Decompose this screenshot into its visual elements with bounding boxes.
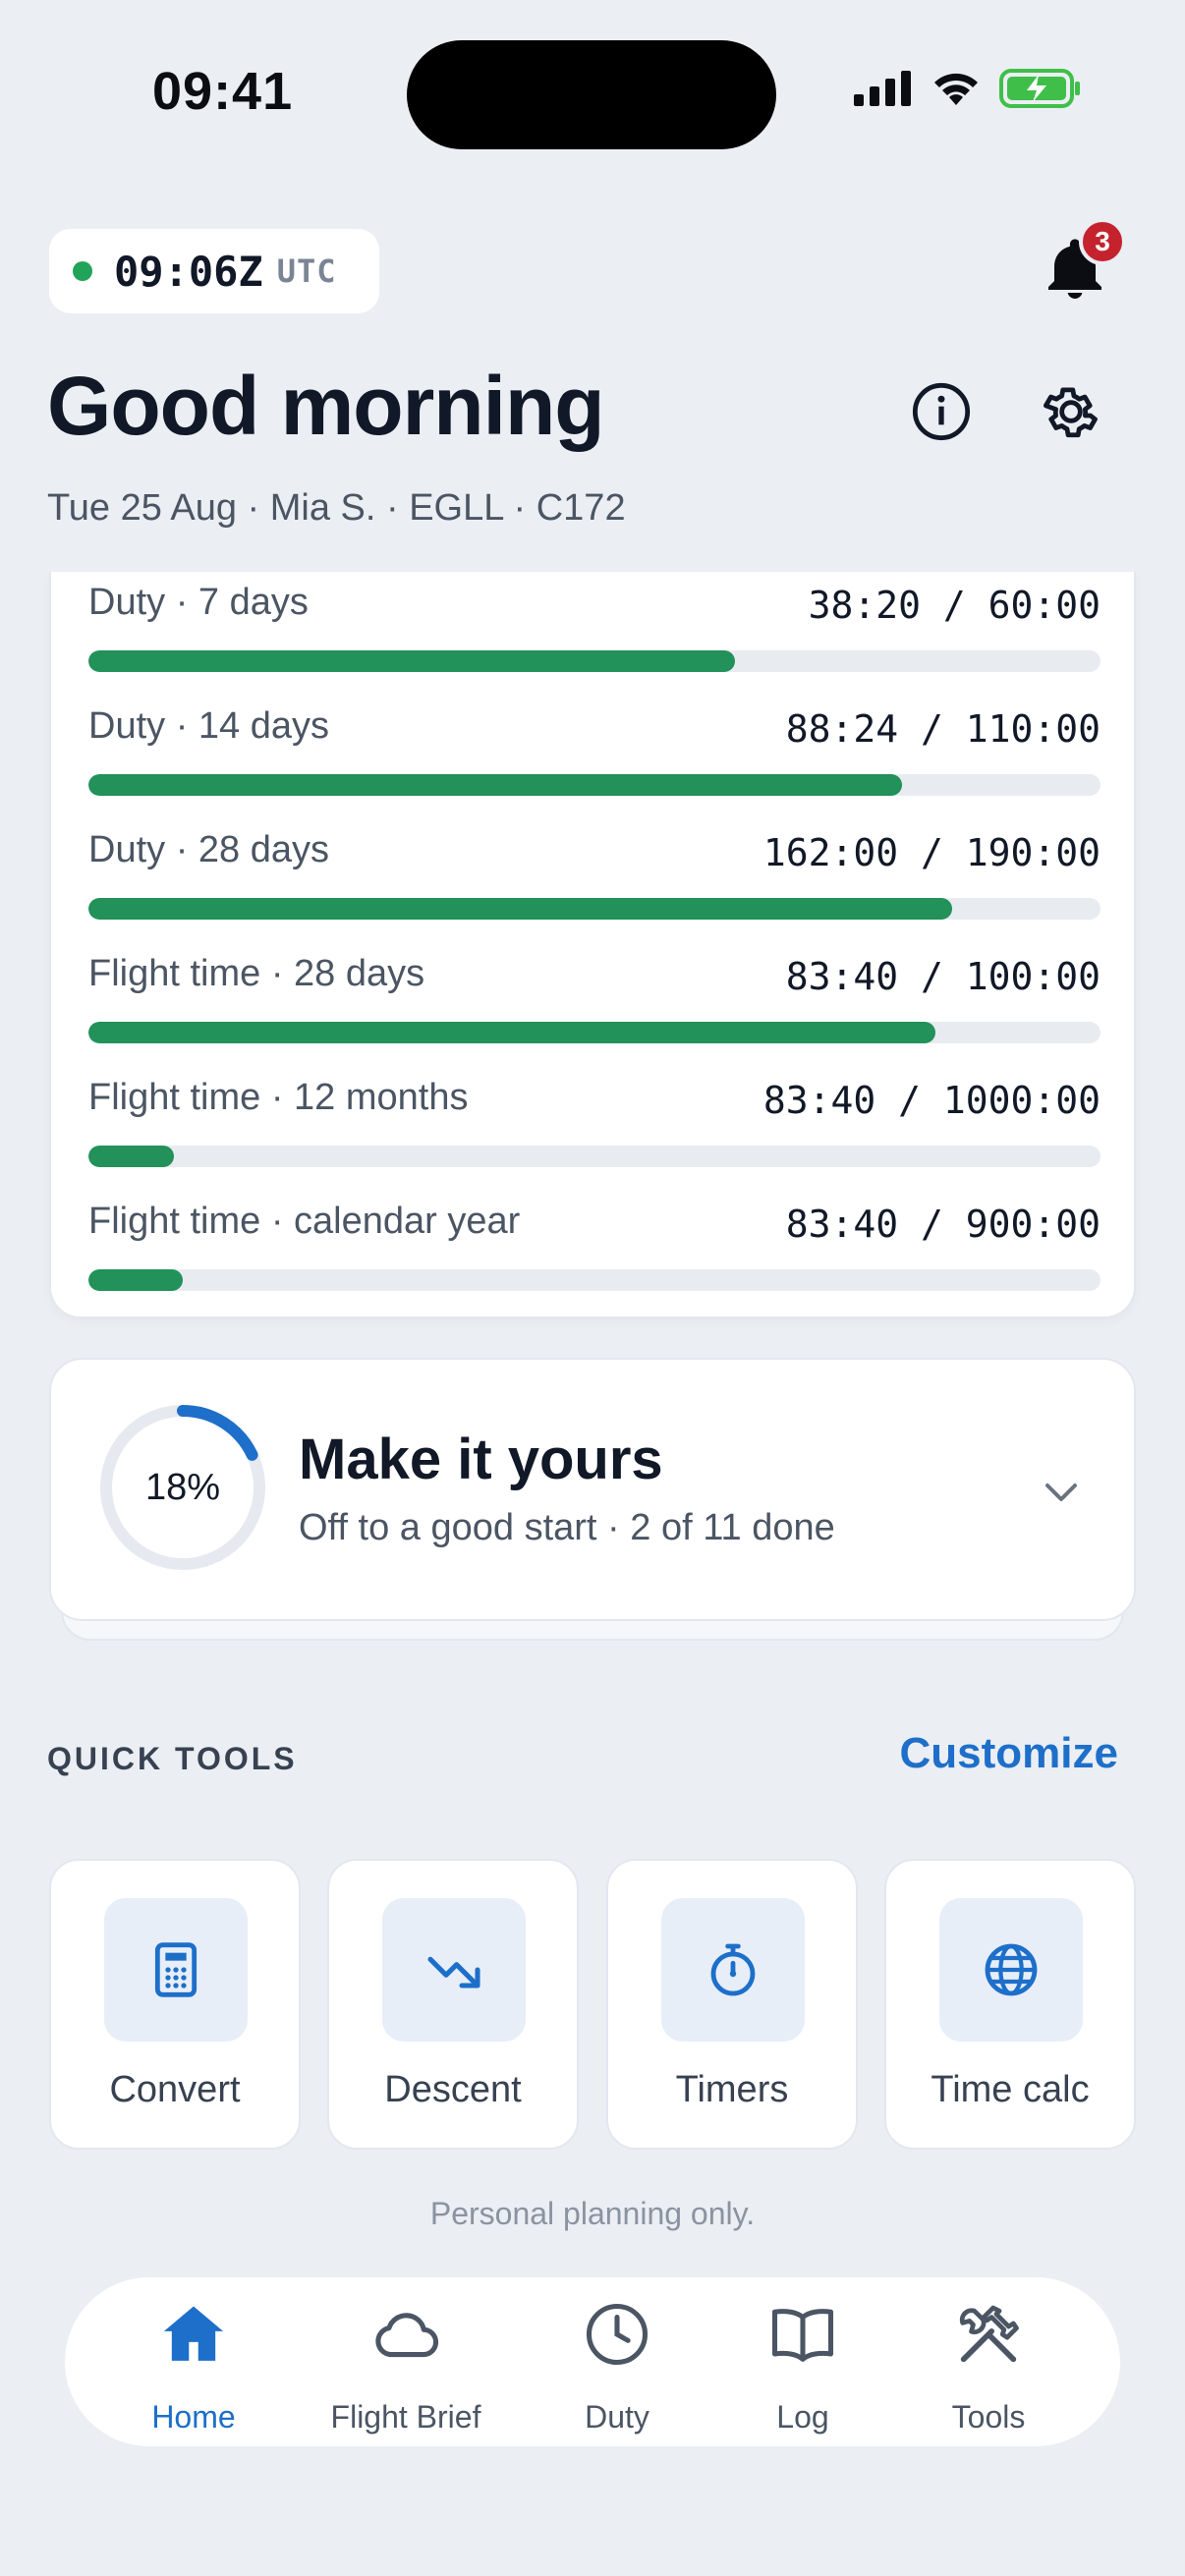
limit-progress-fill [88, 774, 903, 796]
tool-icon-box [382, 1898, 526, 2042]
battery-icon [999, 69, 1080, 108]
limit-progress-track [88, 1269, 1100, 1291]
wifi-icon [934, 73, 978, 105]
tool-label: Time calc [931, 2069, 1090, 2110]
tool-icon-box [661, 1898, 805, 2042]
tab-home[interactable]: Home [110, 2297, 277, 2435]
live-status-dot [73, 261, 92, 281]
limit-progress-track [88, 774, 1100, 796]
tool-icon-box [939, 1898, 1083, 2042]
status-icons [854, 69, 1082, 108]
limit-value: 88:24 / 110:00 [785, 707, 1100, 751]
progress-percent: 18% [144, 1466, 221, 1508]
limit-label: Flight time · 12 months [88, 1077, 469, 1118]
tool-label: Descent [384, 2069, 522, 2110]
tool-time-calc[interactable]: Time calc [884, 1859, 1136, 2150]
limit-label: Duty · 28 days [88, 829, 329, 870]
chevron-down-icon[interactable] [1038, 1468, 1085, 1515]
page-title: Good morning [47, 360, 605, 452]
limit-progress-track [88, 1022, 1100, 1043]
signal-icon [854, 71, 911, 106]
limit-progress-fill [88, 1022, 936, 1043]
onboarding-subtitle: Off to a good start · 2 of 11 done [299, 1507, 835, 1548]
limit-progress-track [88, 898, 1100, 920]
info-icon[interactable] [910, 380, 973, 443]
limit-value: 162:00 / 190:00 [762, 831, 1100, 874]
limit-value: 83:40 / 1000:00 [762, 1079, 1100, 1122]
utc-clock-chip[interactable]: 09:06Z UTC [49, 229, 379, 313]
tab-bar: Home Flight Brief Duty Log Tools [65, 2277, 1120, 2446]
calculator-icon [154, 1942, 198, 1997]
gear-icon[interactable] [1040, 380, 1102, 443]
disclaimer: Personal planning only. [429, 2196, 756, 2231]
tab-log[interactable]: Log [719, 2297, 886, 2435]
dynamic-island [407, 40, 776, 149]
utc-label: UTC [276, 252, 337, 290]
limit-value: 38:20 / 60:00 [808, 584, 1100, 627]
limit-progress-track [88, 650, 1100, 672]
tool-descent[interactable]: Descent [327, 1859, 579, 2150]
book-icon [771, 2309, 834, 2362]
duty-limits-card[interactable]: Duty · 7 days 38:20 / 60:00 Duty · 14 da… [49, 572, 1136, 1318]
tab-label: Flight Brief [330, 2399, 481, 2435]
stopwatch-icon [710, 1943, 756, 1996]
tab-duty[interactable]: Duty [534, 2297, 701, 2435]
cloud-icon [375, 2313, 439, 2358]
tool-label: Convert [109, 2069, 241, 2110]
limit-progress-fill [88, 1269, 183, 1291]
pilot-context: Tue 25 Aug · Mia S. · EGLL · C172 [47, 487, 626, 529]
limit-value: 83:40 / 100:00 [785, 955, 1100, 998]
globe-icon [985, 1943, 1038, 1996]
limit-progress-fill [88, 1146, 174, 1167]
onboarding-card[interactable]: 18% Make it yours Off to a good start · … [49, 1358, 1136, 1621]
clock-icon [586, 2303, 649, 2366]
status-bar: 09:41 [0, 0, 1185, 187]
quick-tools-heading: QUICK TOOLS [47, 1741, 298, 1776]
trend-down-icon [427, 1956, 480, 1988]
notification-badge: 3 [1079, 218, 1126, 265]
limit-progress-track [88, 1146, 1100, 1167]
tab-flight-brief[interactable]: Flight Brief [322, 2297, 489, 2435]
tab-tools[interactable]: Tools [905, 2297, 1072, 2435]
home-icon [163, 2306, 224, 2361]
tool-label: Timers [675, 2069, 789, 2110]
limit-label: Duty · 7 days [88, 582, 309, 623]
status-time: 09:41 [152, 62, 294, 121]
utc-time: 09:06Z [114, 247, 263, 296]
customize-button[interactable]: Customize [900, 1729, 1118, 1778]
tool-icon-box [104, 1898, 248, 2042]
limit-label: Flight time · 28 days [88, 953, 425, 994]
limit-label: Flight time · calendar year [88, 1201, 521, 1242]
limit-progress-fill [88, 650, 736, 672]
tools-icon [959, 2305, 1019, 2363]
onboarding-title: Make it yours [299, 1428, 663, 1491]
limit-label: Duty · 14 days [88, 705, 329, 747]
tool-timers[interactable]: Timers [606, 1859, 858, 2150]
tab-label: Tools [951, 2399, 1026, 2435]
limit-progress-fill [88, 898, 952, 920]
tool-convert[interactable]: Convert [49, 1859, 301, 2150]
tab-label: Home [151, 2399, 236, 2435]
limit-value: 83:40 / 900:00 [785, 1203, 1100, 1246]
